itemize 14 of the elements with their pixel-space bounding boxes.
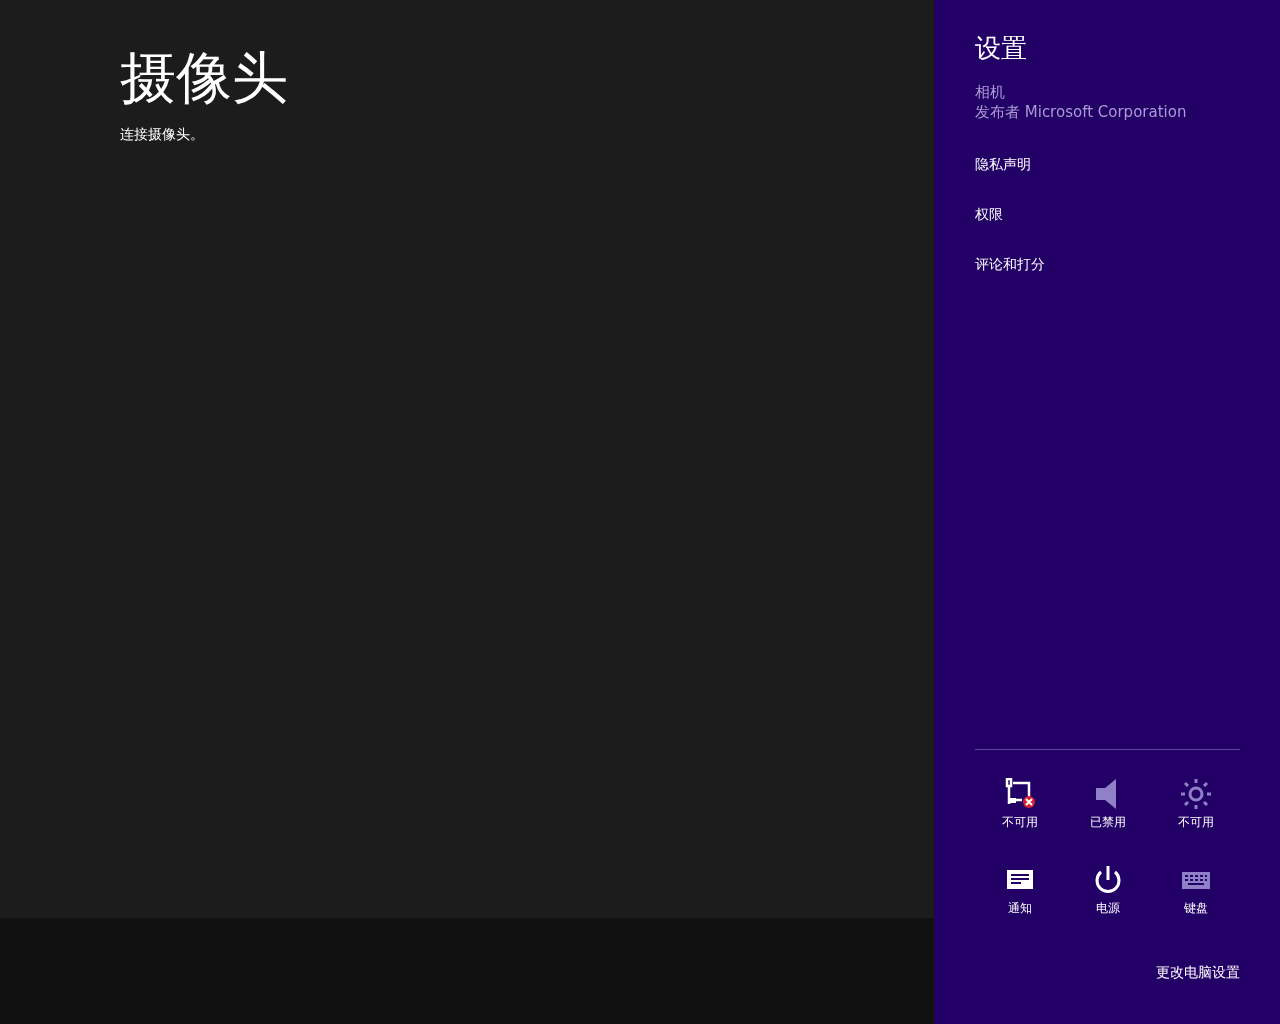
settings-link[interactable]: 评论和打分 — [975, 254, 1045, 274]
app-name: 相机 — [975, 82, 1005, 102]
brightness-icon — [1179, 778, 1212, 810]
settings-link[interactable]: 隐私声明 — [975, 154, 1031, 174]
network-disconnected-icon — [1003, 778, 1036, 810]
quick-setting-button[interactable]: 不可用 — [975, 778, 1064, 830]
publisher-text: 发布者 Microsoft Corporation — [975, 102, 1187, 122]
panel-title: 设置 — [975, 32, 1027, 65]
page-title: 摄像头 — [120, 44, 288, 112]
status-message: 连接摄像头。 — [120, 126, 204, 144]
quick-setting-button[interactable]: 通知 — [975, 864, 1064, 916]
pc-settings-link[interactable]: 更改电脑设置 — [1156, 962, 1240, 982]
quick-setting-button[interactable]: 电源 — [1063, 864, 1152, 916]
settings-link[interactable]: 权限 — [975, 204, 1003, 224]
